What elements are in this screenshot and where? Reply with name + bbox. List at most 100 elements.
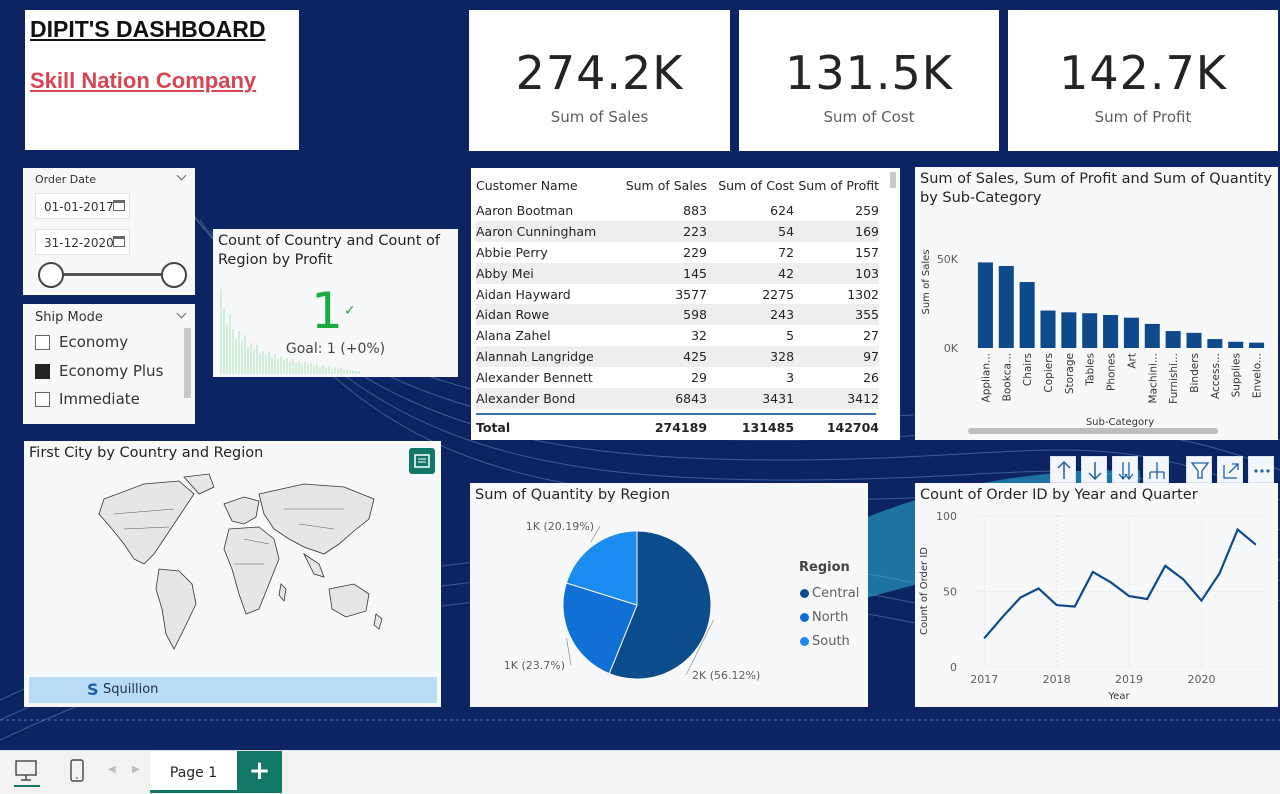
visual-title: First City by Country and Region [29,445,264,461]
column-header[interactable]: Sum of Cost [707,170,794,200]
ship-option-economy-plus[interactable]: Economy Plus [35,362,163,380]
x-tick-label: Applian... [980,353,992,402]
expand-hierarchy-button[interactable] [1143,456,1169,483]
focus-mode-button[interactable] [1217,456,1243,483]
tab-page-1[interactable]: Page 1 [150,751,237,793]
ellipsis-icon [1254,469,1270,473]
bar [1207,339,1223,348]
value-cell: 3577 [675,286,708,302]
kpi-card-cost[interactable]: 131.5K Sum of Cost [739,10,999,151]
date-range-track[interactable] [49,273,175,276]
table-row[interactable]: Aaron Cunningham 223 54 169 [476,220,879,242]
legend-item[interactable]: Central [800,581,859,605]
more-options-button[interactable] [1248,456,1274,483]
kpi-goal-visual[interactable]: Count of Country and Count of Region by … [213,229,458,377]
ship-mode-slicer[interactable]: Ship Mode Economy Economy Plus Immediate [23,304,195,424]
range-end-handle[interactable] [161,262,187,288]
table-row[interactable]: Aidan Rowe 598 243 355 [476,304,879,326]
value-cell: 2275 [762,286,795,302]
value-cell: 243 [770,307,795,323]
customer-name-cell: Aaron Cunningham [476,223,597,239]
legend-item[interactable]: South [800,629,859,653]
table-row[interactable]: Aaron Bootman 883 624 259 [476,200,879,221]
value-cell: 54 [778,223,795,239]
calendar-icon[interactable] [113,236,125,247]
company-name: Skill Nation Company [30,68,257,93]
map-options-button[interactable] [409,448,435,474]
table-row[interactable]: Alexander Bennett 29 3 26 [476,367,879,389]
fork-down-icon [1149,462,1165,479]
x-tick-label: Tables [1085,353,1097,387]
checkbox[interactable] [35,391,50,407]
data-table: Customer Name Sum of Sales Sum of Cost S… [476,170,879,409]
filter-icon [1190,462,1210,479]
bar [1019,282,1035,348]
order-date-slicer[interactable]: Order Date 01-01-2017 31-12-2020 [23,168,195,295]
ship-option-economy[interactable]: Economy [35,333,128,351]
customer-name-cell: Abby Mei [476,265,534,281]
start-date-input[interactable]: 01-01-2017 [35,193,130,219]
value-cell: 1302 [847,286,879,302]
slicer-title: Ship Mode [35,310,103,325]
map-visual[interactable]: First City by Country and Region S Squil… [24,441,441,707]
value-cell: 3431 [762,390,795,406]
drill-up-button[interactable] [1050,456,1076,483]
table-row[interactable]: Aidan Hayward 3577 2275 1302 [476,283,879,305]
customer-table[interactable]: Customer Name Sum of Sales Sum of Cost S… [471,168,900,440]
x-tick-label: Phones [1106,353,1118,391]
drill-down-button[interactable] [1081,456,1107,483]
value-cell: 72 [778,244,795,260]
column-header[interactable]: Sum of Sales [618,170,707,200]
table-scrollbar[interactable] [890,172,896,188]
legend-item[interactable]: North [800,605,859,629]
kpi-value: 142.7K [1059,46,1227,100]
subcategory-bar-chart[interactable]: Sum of Sales, Sum of Profit and Sum of Q… [915,167,1278,440]
end-date-input[interactable]: 31-12-2020 [35,229,130,255]
table-row[interactable]: Alannah Langridge 425 328 97 [476,346,879,368]
next-page-icon[interactable]: ▶ [132,764,140,775]
table-row[interactable]: Abby Mei 145 42 103 [476,262,879,284]
chevron-down-icon[interactable] [176,170,187,181]
desktop-view-icon[interactable] [14,759,40,787]
previous-page-icon[interactable]: ◀ [108,764,116,775]
mobile-view-icon[interactable] [68,758,86,784]
slicer-title: Order Date [35,173,97,186]
column-header[interactable]: Customer Name [476,170,618,200]
horizontal-scrollbar[interactable] [968,428,1218,434]
filter-button[interactable] [1186,456,1212,483]
table-row[interactable]: Alexander Bond 6843 3431 3412 [476,388,879,409]
total-row: Total 274189 131485 142704 [476,417,879,437]
report-canvas: DIPIT'S DASHBOARD Skill Nation Company 2… [0,0,1280,750]
value-cell: 42 [778,265,795,281]
value-cell: 328 [770,349,795,365]
calendar-icon[interactable] [113,200,125,211]
x-tick-label: Furnishi... [1168,353,1180,404]
region-pie-chart[interactable]: Sum of Quantity by Region 2K (56.12%) 1K … [470,483,868,707]
pie-legend: Central North South [800,581,859,653]
ship-option-immediate[interactable]: Immediate [35,390,140,408]
checkbox[interactable] [35,334,50,350]
customer-name-cell: Alannah Langridge [476,349,594,365]
visual-title: Count of Country and Count of Region by … [218,233,441,268]
add-page-button[interactable]: + [237,751,282,793]
kpi-card-profit[interactable]: 142.7K Sum of Profit [1008,10,1278,151]
kpi-label: Sum of Profit [1094,108,1192,126]
table-header-row: Customer Name Sum of Sales Sum of Cost S… [476,170,879,200]
kpi-card-sales[interactable]: 274.2K Sum of Sales [469,10,730,151]
kpi-goal-text: Goal: 1 (+0%) [285,341,386,357]
squillion-logo-icon: S [87,680,99,699]
data-label: 2K (56.12%) [692,669,760,682]
range-start-handle[interactable] [38,262,64,288]
next-level-button[interactable] [1112,456,1138,483]
chevron-down-icon[interactable] [176,308,187,319]
column-header[interactable]: Sum of Profit [794,170,879,200]
checkbox[interactable] [35,363,50,379]
value-cell: 3412 [847,390,879,406]
x-tick-label: Envelo... [1252,353,1264,398]
table-row[interactable]: Abbie Perry 229 72 157 [476,241,879,263]
orders-line-chart[interactable]: Count of Order ID by Year and Quarter 05… [915,483,1278,707]
option-label: Immediate [59,390,140,408]
x-tick-label: Machini... [1147,353,1159,403]
table-row[interactable]: Alana Zahel 32 5 27 [476,325,879,347]
scrollbar[interactable] [184,328,191,398]
